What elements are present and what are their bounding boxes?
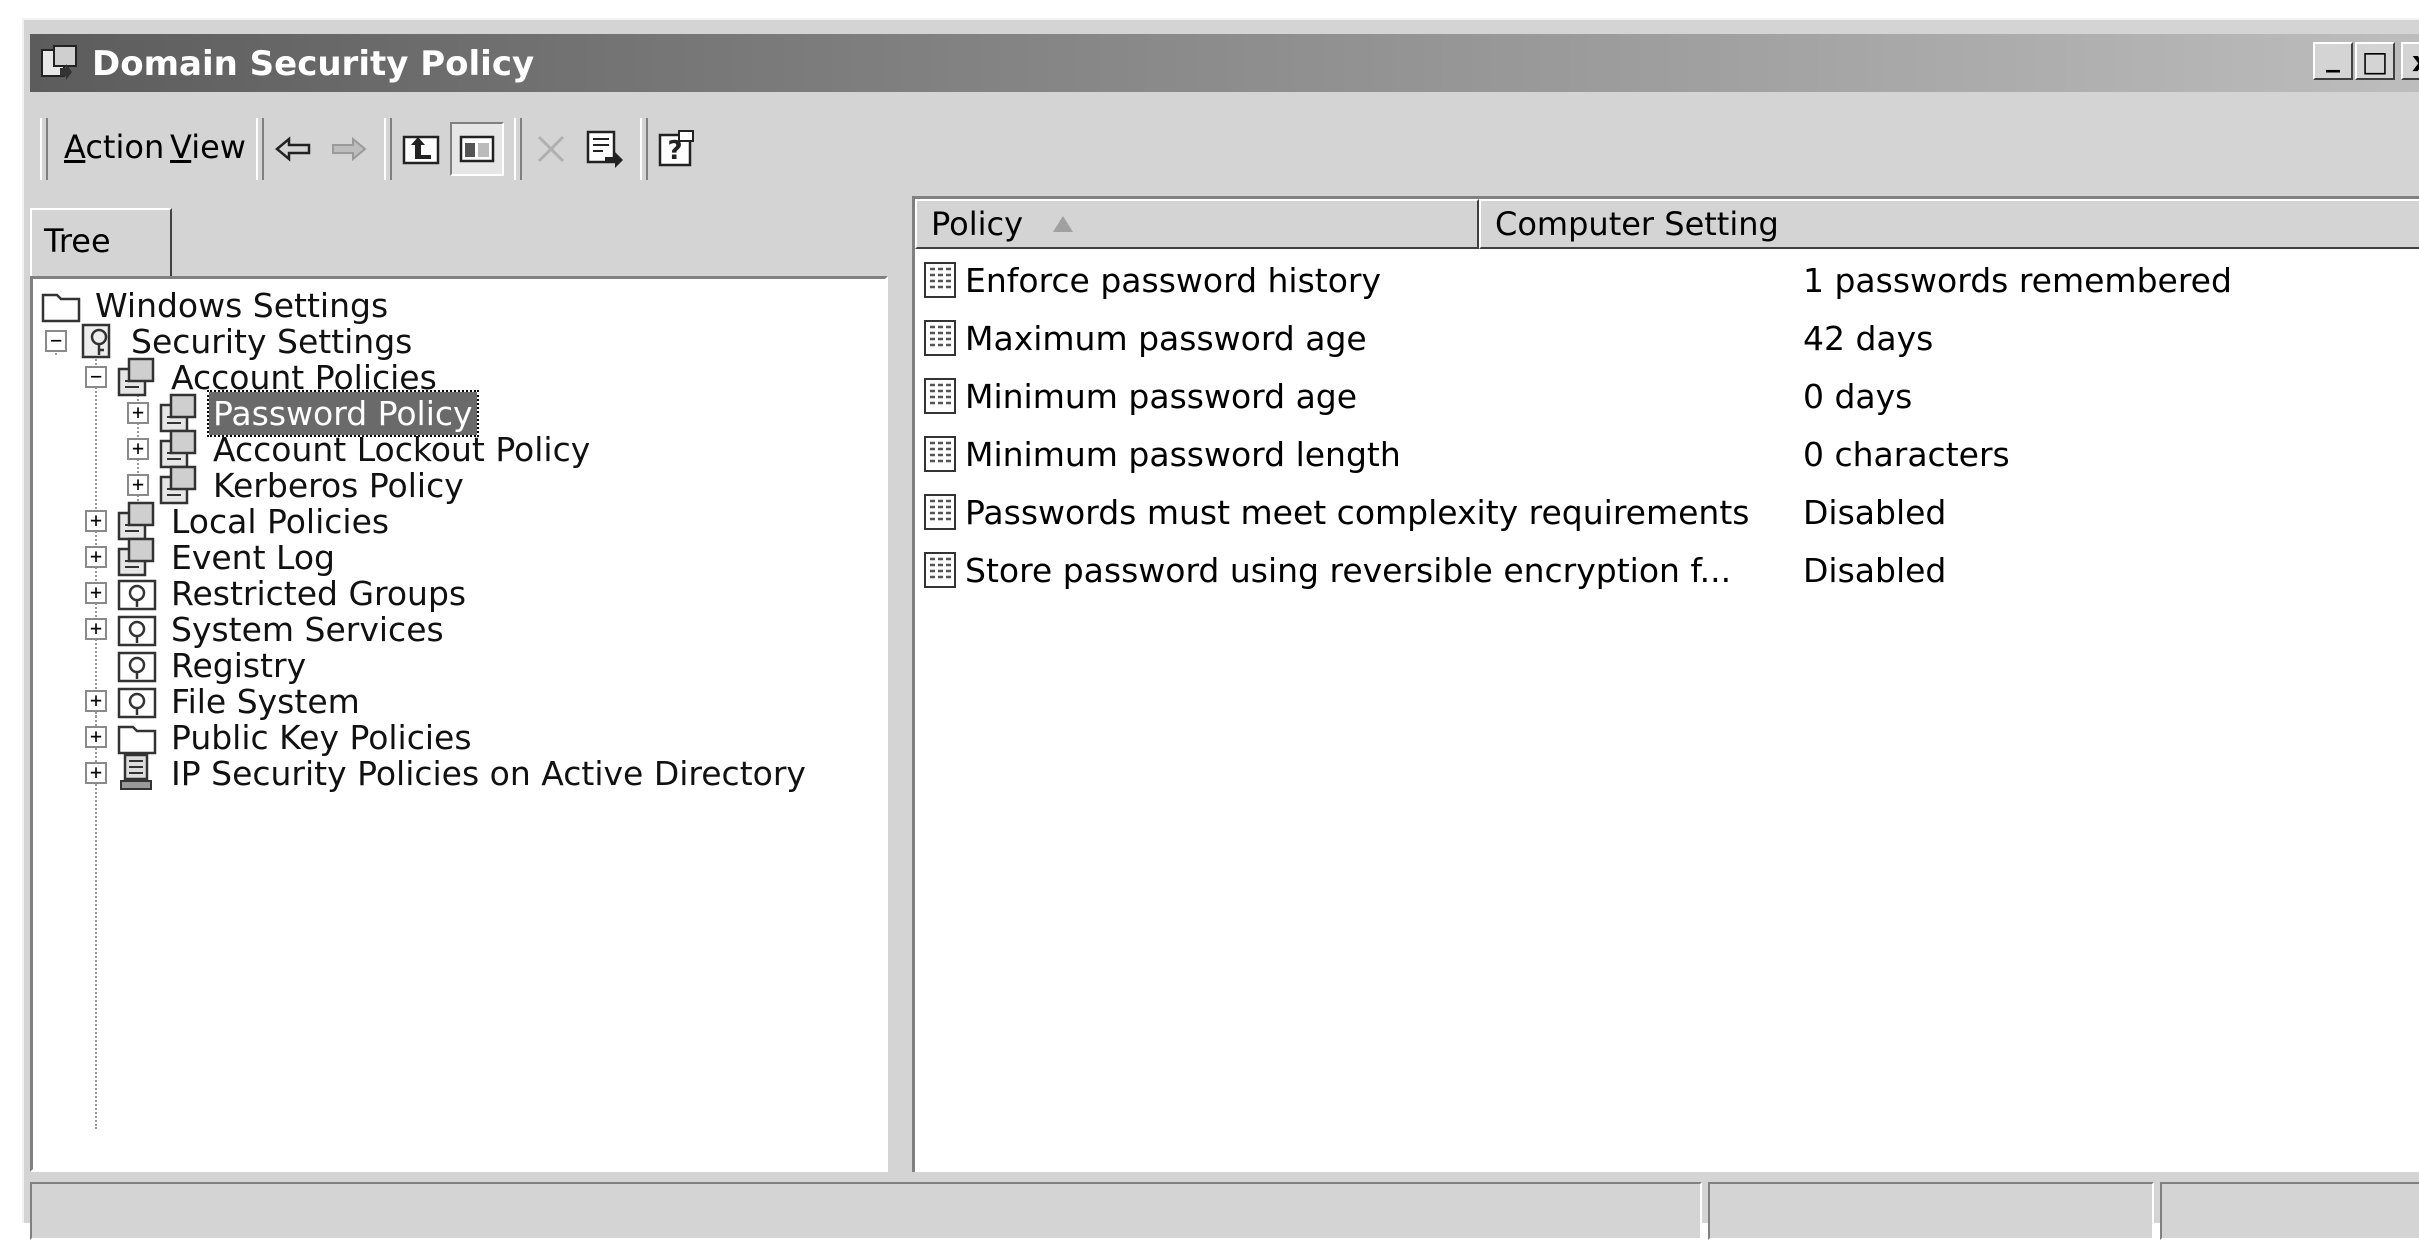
expand-toggle[interactable]: + xyxy=(85,762,107,784)
sort-ascending-icon xyxy=(1053,216,1074,232)
policy-name: Passwords must meet complexity requireme… xyxy=(965,492,1750,532)
close-button[interactable]: x xyxy=(2401,42,2419,80)
close-icon: x xyxy=(2412,45,2419,78)
delete-button[interactable] xyxy=(524,122,578,176)
expand-toggle[interactable]: + xyxy=(85,726,107,748)
minimize-button[interactable]: _ xyxy=(2313,39,2353,80)
menu-view-accel: V xyxy=(170,128,192,166)
list-item[interactable]: Passwords must meet complexity requireme… xyxy=(915,483,2419,541)
up-one-level-button[interactable] xyxy=(394,122,448,176)
policy-setting: 0 days xyxy=(1803,376,1913,416)
tree-item-label: IP Security Policies on Active Directory xyxy=(171,753,806,793)
list-item[interactable]: Store password using reversible encrypti… xyxy=(915,541,2419,599)
policy-name: Maximum password age xyxy=(965,318,1367,358)
export-list-icon xyxy=(586,130,623,168)
menu-action-rest: ction xyxy=(85,128,165,166)
toolbar-separator-3 xyxy=(514,118,522,180)
collapse-toggle[interactable]: − xyxy=(45,330,67,352)
policy-list-pane[interactable]: Policy Computer Setting Enforce password… xyxy=(912,196,2419,1172)
menu-action-accel: A xyxy=(64,128,86,166)
expand-toggle[interactable]: + xyxy=(85,510,107,532)
toolbar-separator-4 xyxy=(640,118,648,180)
tree-item-ip-security-policies[interactable]: + IP Security Policies on Active Directo… xyxy=(85,747,810,799)
toolbar: Action View ? xyxy=(30,106,2419,192)
expand-toggle[interactable]: + xyxy=(85,582,107,604)
status-bar-section-2 xyxy=(1708,1182,2154,1240)
help-icon: ? xyxy=(658,130,694,167)
back-button[interactable] xyxy=(266,122,320,176)
policy-item-icon xyxy=(924,320,956,356)
list-item[interactable]: Minimum password length 0 characters xyxy=(915,425,2419,483)
toolbar-separator-2 xyxy=(384,118,392,180)
export-list-button[interactable] xyxy=(578,122,632,176)
menu-action[interactable]: Action xyxy=(64,128,164,166)
policy-setting: 0 characters xyxy=(1803,434,2010,474)
toolbar-grip[interactable] xyxy=(40,118,48,180)
show-hide-tree-button[interactable] xyxy=(450,122,504,176)
forward-button[interactable] xyxy=(322,122,376,176)
list-item[interactable]: Enforce password history 1 passwords rem… xyxy=(915,251,2419,309)
toolbar-separator xyxy=(256,118,264,180)
tab-tree-label: Tree xyxy=(44,222,111,260)
maximize-icon: □ xyxy=(2361,44,2389,78)
policy-setting: 42 days xyxy=(1803,318,1934,358)
minimize-icon: _ xyxy=(2326,39,2340,73)
policy-item-icon xyxy=(924,494,956,530)
back-arrow-icon xyxy=(275,136,311,162)
expand-toggle[interactable]: + xyxy=(127,474,149,496)
window-title: Domain Security Policy xyxy=(92,44,535,84)
help-button[interactable]: ? xyxy=(650,122,704,176)
list-item[interactable]: Minimum password age 0 days xyxy=(915,367,2419,425)
policy-setting: 1 passwords remembered xyxy=(1803,260,2232,300)
title-bar[interactable]: Domain Security Policy _ □ x xyxy=(30,34,2419,92)
menu-view[interactable]: View xyxy=(170,128,246,166)
column-header-label: Policy xyxy=(931,205,1024,243)
app-icon xyxy=(41,45,77,80)
policy-item-icon xyxy=(924,552,956,588)
main-window: Domain Security Policy _ □ x Action View xyxy=(22,18,2419,1240)
up-folder-icon xyxy=(402,135,440,165)
policy-name: Minimum password age xyxy=(965,376,1358,416)
tab-tree[interactable]: Tree xyxy=(30,208,172,278)
expand-toggle[interactable]: + xyxy=(85,546,107,568)
policy-setting: Disabled xyxy=(1803,492,1947,532)
status-bar-section-3 xyxy=(2160,1182,2419,1240)
show-hide-tree-icon xyxy=(459,135,495,163)
expand-toggle[interactable]: + xyxy=(85,690,107,712)
expand-toggle[interactable]: + xyxy=(127,402,149,424)
column-header-label: Computer Setting xyxy=(1495,205,1779,243)
status-bar-main xyxy=(30,1182,1702,1240)
policy-name: Minimum password length xyxy=(965,434,1401,474)
column-header-computer-setting[interactable]: Computer Setting xyxy=(1479,199,2419,249)
policy-setting: Disabled xyxy=(1803,550,1947,590)
forward-arrow-icon xyxy=(332,136,367,162)
collapse-toggle[interactable]: − xyxy=(85,366,107,388)
policy-item-icon xyxy=(924,262,956,298)
delete-icon xyxy=(537,135,565,163)
expand-toggle[interactable]: + xyxy=(127,438,149,460)
policy-item-icon xyxy=(924,378,956,414)
policy-name: Store password using reversible encrypti… xyxy=(965,550,1732,590)
maximize-button[interactable]: □ xyxy=(2355,42,2395,80)
expand-toggle[interactable]: + xyxy=(85,618,107,640)
policy-item-icon xyxy=(924,436,956,472)
policy-name: Enforce password history xyxy=(965,260,1382,300)
menu-view-rest: iew xyxy=(191,128,246,166)
column-header-policy[interactable]: Policy xyxy=(915,199,1479,249)
tree-pane[interactable]: Windows Settings − Security Settings − A… xyxy=(30,276,888,1172)
ip-security-icon xyxy=(120,753,152,790)
list-item[interactable]: Maximum password age 42 days xyxy=(915,309,2419,367)
